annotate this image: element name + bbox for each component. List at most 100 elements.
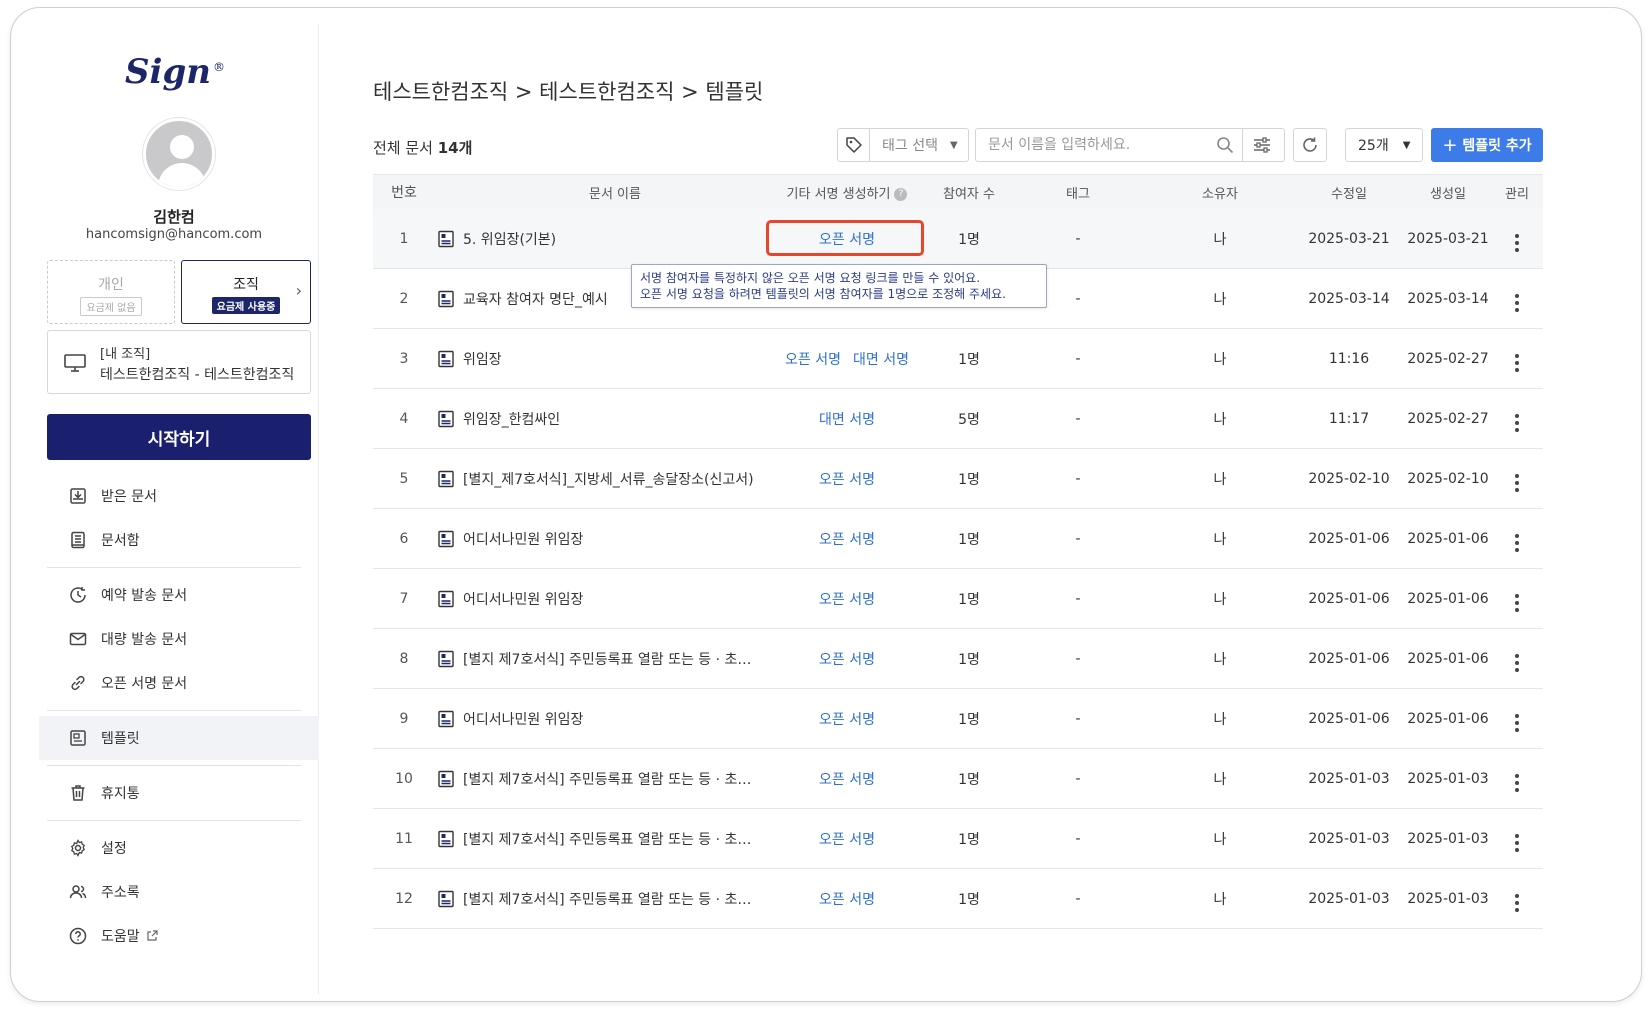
mail-icon [69, 632, 87, 646]
row-doc-name[interactable]: 어디서나민원 위임장 [463, 529, 763, 549]
col-header-name[interactable]: 문서 이름 [435, 183, 765, 202]
table-row[interactable]: 3 위임장 오픈 서명 대면 서명 1명 - 나 11:16 2025-02-27 [373, 329, 1543, 389]
org-selector[interactable]: [내 조직] 테스트한컴조직 - 테스트한컴조직 [47, 330, 311, 394]
row-doc-name[interactable]: [별지 제7호서식] 주민등록표 열람 또는 등 · 초본 교부 신청서 [463, 829, 763, 849]
row-menu-button[interactable] [1491, 286, 1543, 312]
help-question-icon[interactable]: ? [894, 187, 908, 201]
row-doc-name[interactable]: 위임장_한컴싸인 [463, 409, 763, 429]
row-name-cell[interactable]: [별지 제7호서식] 주민등록표 열람 또는 등 · 초본 교부 신청서 [435, 889, 765, 909]
row-menu-button[interactable] [1491, 586, 1543, 612]
table-row[interactable]: 11 [별지 제7호서식] 주민등록표 열람 또는 등 · 초본 교부 신청서 오픈… [373, 809, 1543, 869]
sidebar-item-templates[interactable]: 템플릿 [39, 716, 319, 760]
sidebar-item-trash[interactable]: 휴지통 [29, 771, 319, 815]
row-name-cell[interactable]: 어디서나민원 위임장 [435, 709, 765, 729]
template-doc-icon [438, 530, 454, 547]
table-row[interactable]: 8 [별지 제7호서식] 주민등록표 열람 또는 등 · 초본 교부 신청서 오픈 … [373, 629, 1543, 689]
row-menu-button[interactable] [1491, 886, 1543, 912]
row-menu-button[interactable] [1491, 526, 1543, 552]
row-doc-name[interactable]: [별지_제7호서식]_지방세_서류_송달장소(신고서) [463, 469, 763, 489]
nav-divider [47, 765, 301, 766]
col-header-extra: 기타 서명 생성하기? [765, 183, 929, 202]
row-tag: - [1075, 650, 1081, 667]
plan-org-button[interactable]: 조직 요금제 사용중 › [181, 260, 311, 324]
sidebar-item-contacts[interactable]: 주소록 [29, 870, 319, 914]
search-button[interactable] [1208, 129, 1242, 161]
sidebar-item-help[interactable]: 도움말 [29, 914, 319, 958]
tag-select-dropdown[interactable]: 태그 선택 ▼ [837, 128, 969, 162]
row-name-cell[interactable]: [별지 제7호서식] 주민등록표 열람 또는 등 · 초본 교부 신청서 [435, 649, 765, 669]
row-menu-button[interactable] [1491, 646, 1543, 672]
filter-button[interactable] [1242, 129, 1280, 161]
refresh-button[interactable] [1293, 128, 1327, 162]
row-menu-button[interactable] [1491, 826, 1543, 852]
row-name-cell[interactable]: 위임장_한컴싸인 [435, 409, 765, 429]
add-template-button[interactable]: + 템플릿 추가 [1431, 128, 1543, 162]
row-name-cell[interactable]: [별지 제7호서식] 주민등록표 열람 또는 등 · 초본 교부 신청서 [435, 769, 765, 789]
open-sign-link[interactable]: 오픈 서명 [819, 712, 875, 728]
sidebar-item-label: 주소록 [101, 885, 140, 901]
col-header-num[interactable]: 번호 [373, 182, 435, 202]
open-sign-link[interactable]: 오픈 서명 [819, 892, 875, 908]
open-sign-link[interactable]: 오픈 서명 [819, 652, 875, 668]
sidebar-item-scheduled[interactable]: 예약 발송 문서 [29, 573, 319, 617]
row-doc-name[interactable]: [별지 제7호서식] 주민등록표 열람 또는 등 · 초본 교부 신청서 [463, 889, 763, 909]
row-number: 7 [399, 590, 409, 607]
search-input[interactable] [976, 129, 1208, 161]
face-sign-link[interactable]: 대면 서명 [819, 412, 875, 428]
face-sign-link[interactable]: 대면 서명 [853, 352, 909, 368]
row-name-cell[interactable]: [별지_제7호서식]_지방세_서류_송달장소(신고서) [435, 469, 765, 489]
row-menu-button[interactable] [1491, 406, 1543, 432]
row-doc-name[interactable]: 위임장 [463, 349, 763, 369]
row-menu-button[interactable] [1491, 226, 1543, 252]
row-doc-name[interactable]: 어디서나민원 위임장 [463, 709, 763, 729]
open-sign-link[interactable]: 오픈 서명 [819, 592, 875, 608]
sidebar-item-received[interactable]: 받은 문서 [29, 474, 319, 518]
col-header-owner[interactable]: 소유자 [1147, 183, 1293, 202]
row-menu-button[interactable] [1491, 346, 1543, 372]
start-button[interactable]: 시작하기 [47, 414, 311, 460]
table-row[interactable]: 5 [별지_제7호서식]_지방세_서류_송달장소(신고서) 오픈 서명 1명 - 나 202… [373, 449, 1543, 509]
logo[interactable]: Sign ® [125, 52, 225, 92]
sidebar-item-settings[interactable]: 설정 [29, 826, 319, 870]
table-row[interactable]: 1 5. 위임장(기본) 오픈 서명 1명 - 나 2025-03-21 2025-03-21 [373, 209, 1543, 269]
table-row[interactable]: 9 어디서나민원 위임장 오픈 서명 1명 - 나 2025-01-06 2025-01-06 [373, 689, 1543, 749]
row-doc-name[interactable]: 어디서나민원 위임장 [463, 589, 763, 609]
sidebar-item-bulk[interactable]: 대량 발송 문서 [29, 617, 319, 661]
row-doc-name[interactable]: [별지 제7호서식] 주민등록표 열람 또는 등 · 초본 교부 신청서 [463, 769, 763, 789]
sidebar-item-label: 대량 발송 문서 [101, 632, 188, 648]
sidebar-item-open-sign[interactable]: 오픈 서명 문서 [29, 661, 319, 705]
col-header-created[interactable]: 생성일 [1405, 183, 1491, 202]
row-menu-button[interactable] [1491, 466, 1543, 492]
open-sign-link[interactable]: 오픈 서명 [819, 832, 875, 848]
open-sign-link[interactable]: 오픈 서명 [819, 532, 875, 548]
table-row[interactable]: 4 위임장_한컴싸인 대면 서명 5명 - 나 11:17 2025-02-27 [373, 389, 1543, 449]
row-name-cell[interactable]: 어디서나민원 위임장 [435, 589, 765, 609]
row-menu-button[interactable] [1491, 706, 1543, 732]
open-sign-link[interactable]: 오픈 서명 [819, 232, 875, 248]
table-row[interactable]: 10 [별지 제7호서식] 주민등록표 열람 또는 등 · 초본 교부 신청서 오픈… [373, 749, 1543, 809]
open-sign-link[interactable]: 오픈 서명 [785, 352, 841, 368]
row-doc-name[interactable]: [별지 제7호서식] 주민등록표 열람 또는 등 · 초본 교부 신청서 [463, 649, 763, 669]
table-row[interactable]: 6 어디서나민원 위임장 오픈 서명 1명 - 나 2025-01-06 2025-01-06 [373, 509, 1543, 569]
table-row[interactable]: 12 [별지 제7호서식] 주민등록표 열람 또는 등 · 초본 교부 신청서 오픈… [373, 869, 1543, 929]
row-name-cell[interactable]: [별지 제7호서식] 주민등록표 열람 또는 등 · 초본 교부 신청서 [435, 829, 765, 849]
row-name-cell[interactable]: 어디서나민원 위임장 [435, 529, 765, 549]
open-sign-link[interactable]: 오픈 서명 [819, 772, 875, 788]
table-row[interactable]: 7 어디서나민원 위임장 오픈 서명 1명 - 나 2025-01-06 2025-01-06 [373, 569, 1543, 629]
document-box-icon [71, 531, 85, 549]
row-tag: - [1075, 890, 1081, 907]
col-header-participants[interactable]: 참여자 수 [929, 183, 1009, 202]
add-template-label: 템플릿 추가 [1462, 138, 1532, 154]
row-extra-actions: 오픈 서명 [765, 649, 929, 669]
avatar[interactable] [143, 118, 215, 190]
row-name-cell[interactable]: 위임장 [435, 349, 765, 369]
row-name-cell[interactable]: 5. 위임장(기본) [435, 229, 765, 249]
sidebar-item-documents[interactable]: 문서함 [29, 518, 319, 562]
per-page-select[interactable]: 25개 ▼ [1345, 128, 1423, 162]
kebab-menu-icon [1515, 713, 1519, 732]
open-sign-link[interactable]: 오픈 서명 [819, 472, 875, 488]
row-doc-name[interactable]: 5. 위임장(기본) [463, 229, 763, 249]
col-header-modified[interactable]: 수정일 [1293, 183, 1405, 202]
plan-personal-button[interactable]: 개인 요금제 없음 [47, 260, 175, 324]
row-menu-button[interactable] [1491, 766, 1543, 792]
